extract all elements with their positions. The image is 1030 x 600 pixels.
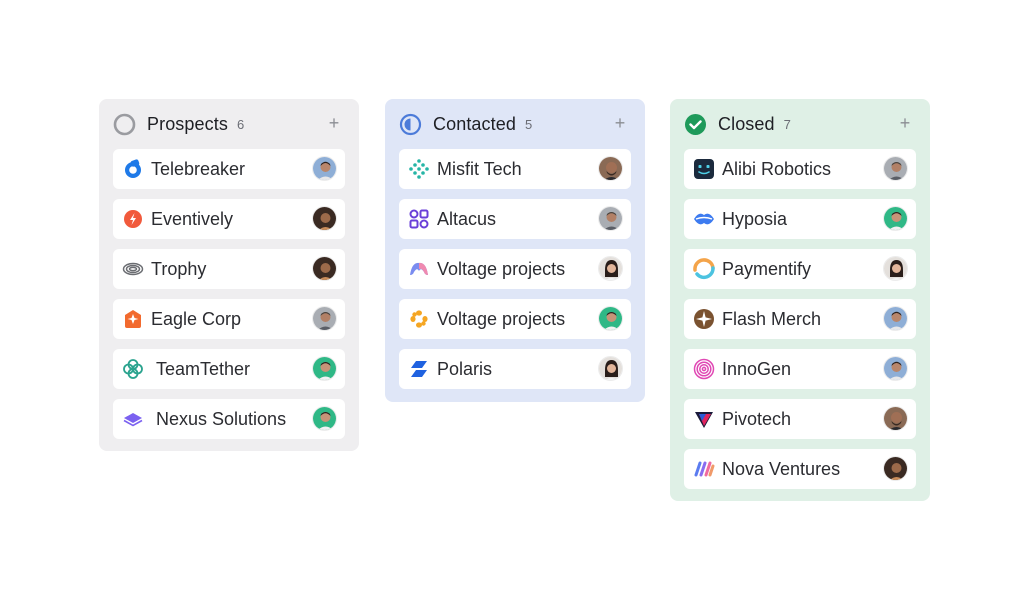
add-card-button[interactable]: + <box>611 113 629 133</box>
card-name: InnoGen <box>722 358 792 379</box>
avatar <box>312 406 337 431</box>
altacus-logo-icon <box>408 208 430 230</box>
voltage-projects-alt-logo-icon <box>408 308 430 330</box>
column-title: Contacted <box>433 113 516 134</box>
avatar <box>312 156 337 181</box>
polaris-logo-icon <box>408 358 430 380</box>
misfit-tech-logo-icon <box>408 158 430 180</box>
card-name: Alibi Robotics <box>722 158 832 179</box>
card-polaris[interactable]: Polaris <box>399 349 631 389</box>
card-name: Voltage projects <box>437 308 566 329</box>
card-paymentify[interactable]: Paymentify <box>684 249 916 289</box>
card-name: Altacus <box>437 208 497 229</box>
card-trophy[interactable]: Trophy <box>113 249 345 289</box>
avatar <box>312 306 337 331</box>
card-hyposia[interactable]: Hyposia <box>684 199 916 239</box>
avatar <box>883 156 908 181</box>
avatar <box>312 206 337 231</box>
card-misfit-tech[interactable]: Misfit Tech <box>399 149 631 189</box>
telebreaker-logo-icon <box>122 158 144 180</box>
card-name: Nexus Solutions <box>156 408 287 429</box>
avatar <box>883 406 908 431</box>
column-count: 6 <box>236 117 245 132</box>
card-name: Pivotech <box>722 408 792 429</box>
card-innogen[interactable]: InnoGen <box>684 349 916 389</box>
avatar <box>598 306 623 331</box>
avatar <box>312 356 337 381</box>
voltage-projects-logo-icon <box>408 258 430 280</box>
add-card-button[interactable]: + <box>896 113 914 133</box>
empty-circle-icon <box>113 113 136 136</box>
column-closed: Closed 7 + Alibi Robotics Hyposia Paymen… <box>670 99 930 501</box>
card-nova-ventures[interactable]: Nova Ventures <box>684 449 916 489</box>
card-voltage-projects[interactable]: Voltage projects <box>399 249 631 289</box>
column-title: Closed <box>718 113 775 134</box>
card-nexus-solutions[interactable]: Nexus Solutions <box>113 399 345 439</box>
card-alibi-robotics[interactable]: Alibi Robotics <box>684 149 916 189</box>
card-flash-merch[interactable]: Flash Merch <box>684 299 916 339</box>
card-voltage-projects-2[interactable]: Voltage projects <box>399 299 631 339</box>
alibi-robotics-logo-icon <box>693 158 715 180</box>
trophy-logo-icon <box>122 258 144 280</box>
column-header: Closed 7 + <box>684 113 916 135</box>
card-name: Eagle Corp <box>151 308 242 329</box>
card-name: Trophy <box>151 258 207 279</box>
card-name: Polaris <box>437 358 493 379</box>
card-name: Flash Merch <box>722 308 822 329</box>
avatar <box>883 206 908 231</box>
avatar <box>598 256 623 281</box>
card-pivotech[interactable]: Pivotech <box>684 399 916 439</box>
column-title: Prospects <box>147 113 228 134</box>
eventively-logo-icon <box>122 208 144 230</box>
card-name: Voltage projects <box>437 258 566 279</box>
column-header: Prospects 6 + <box>113 113 345 135</box>
avatar <box>598 356 623 381</box>
column-count: 5 <box>524 117 533 132</box>
nova-ventures-logo-icon <box>693 458 715 480</box>
innogen-logo-icon <box>693 358 715 380</box>
hyposia-logo-icon <box>693 208 715 230</box>
avatar <box>883 456 908 481</box>
eagle-corp-logo-icon <box>122 308 144 330</box>
card-telebreaker[interactable]: Telebreaker <box>113 149 345 189</box>
card-eagle-corp[interactable]: Eagle Corp <box>113 299 345 339</box>
card-teamtether[interactable]: TeamTether <box>113 349 345 389</box>
avatar <box>883 306 908 331</box>
paymentify-logo-icon <box>693 258 715 280</box>
teamtether-logo-icon <box>122 358 144 380</box>
column-count: 7 <box>783 117 791 132</box>
card-name: Telebreaker <box>151 158 246 179</box>
add-card-button[interactable]: + <box>325 113 343 133</box>
column-prospects: Prospects 6 + Telebreaker Eventively Tro… <box>99 99 359 451</box>
card-name: Eventively <box>151 208 234 229</box>
column-contacted: Contacted 5 + Misfit Tech Altacus Voltag… <box>385 99 645 402</box>
column-header: Contacted 5 + <box>399 113 631 135</box>
card-name: Hyposia <box>722 208 788 229</box>
card-name: Paymentify <box>722 258 812 279</box>
card-name: Misfit Tech <box>437 158 522 179</box>
avatar <box>598 206 623 231</box>
pivotech-logo-icon <box>693 408 715 430</box>
avatar <box>598 156 623 181</box>
avatar <box>883 256 908 281</box>
check-circle-icon <box>684 113 707 136</box>
card-eventively[interactable]: Eventively <box>113 199 345 239</box>
avatar <box>883 356 908 381</box>
card-name: TeamTether <box>156 358 251 379</box>
card-name: Nova Ventures <box>722 458 841 479</box>
nexus-solutions-logo-icon <box>122 408 144 430</box>
flash-merch-logo-icon <box>693 308 715 330</box>
avatar <box>312 256 337 281</box>
card-altacus[interactable]: Altacus <box>399 199 631 239</box>
half-circle-icon <box>399 113 422 136</box>
